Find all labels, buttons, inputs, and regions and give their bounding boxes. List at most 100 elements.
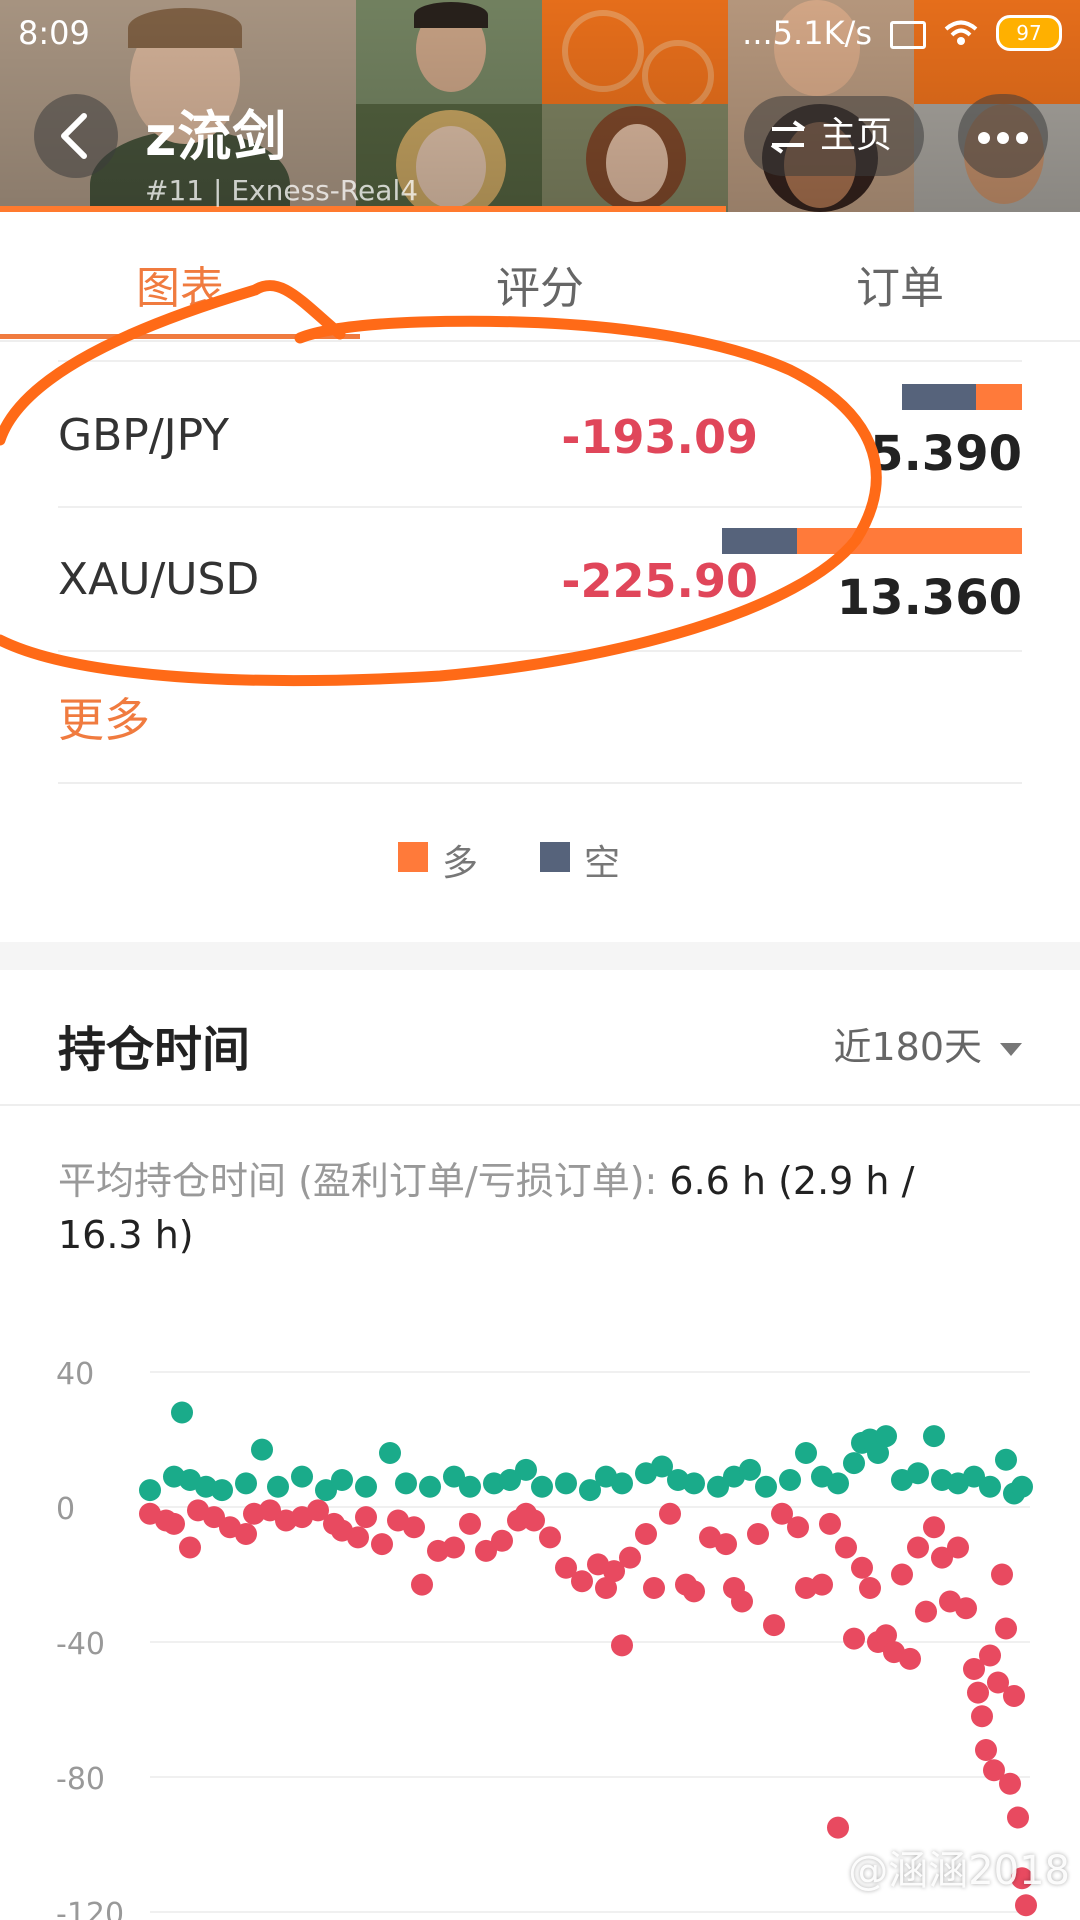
trader-header: 8:09 ...5.1K/s 97 z流剑 #11 | Exness-Real4 xyxy=(0,0,1080,212)
divider xyxy=(58,782,1022,784)
trader-name: z流剑 xyxy=(145,105,288,168)
scatter-point xyxy=(827,1472,849,1495)
scatter-point xyxy=(715,1533,737,1556)
short-share-bar xyxy=(902,384,977,410)
period-dropdown[interactable]: 近180天 xyxy=(833,1016,1022,1071)
legend-short-label: 空 xyxy=(584,843,621,884)
scatter-point xyxy=(915,1600,937,1623)
scatter-point xyxy=(995,1448,1017,1471)
tab-rating[interactable]: 评分 xyxy=(360,252,720,316)
scatter-point xyxy=(967,1681,989,1704)
scatter-point xyxy=(875,1425,897,1448)
meta-separator: | xyxy=(213,174,232,207)
network-speed: ...5.1K/s xyxy=(742,14,872,52)
scatter-point xyxy=(179,1536,201,1559)
scatter-point xyxy=(947,1536,969,1559)
more-symbols-link[interactable]: 更多 xyxy=(58,684,150,750)
tab-chart[interactable]: 图表 xyxy=(0,252,360,316)
long-short-ratio-bar xyxy=(902,384,1022,410)
y-tick-label: -40 xyxy=(56,1627,105,1662)
average-holding-time: 平均持仓时间 (盈利订单/亏损订单): 6.6 h (2.9 h / 16.3 … xyxy=(58,1154,978,1262)
scatter-point xyxy=(539,1526,561,1549)
scatter-point xyxy=(139,1479,161,1502)
sim-icon xyxy=(890,21,926,49)
scatter-point xyxy=(291,1465,313,1488)
scatter-point xyxy=(739,1458,761,1481)
symbol-lots: 5.390 xyxy=(870,426,1022,482)
scatter-point xyxy=(819,1512,841,1535)
scatter-point xyxy=(395,1472,417,1495)
scatter-point xyxy=(991,1563,1013,1586)
scatter-point xyxy=(1015,1894,1037,1917)
symbol-name: GBP/JPY xyxy=(58,410,230,461)
chevron-down-icon xyxy=(1000,1043,1022,1056)
status-bar: 8:09 ...5.1K/s 97 xyxy=(0,0,1080,72)
holding-time-title: 持仓时间 xyxy=(58,1022,251,1078)
y-tick-label: 40 xyxy=(56,1357,94,1392)
scatter-point xyxy=(419,1475,441,1498)
y-tick-label: 0 xyxy=(56,1492,75,1527)
scatter-point xyxy=(531,1475,553,1498)
holding-time-scatter-chart: 40 0 -40 -80 -120 xyxy=(56,1357,1037,1920)
scatter-point xyxy=(979,1475,1001,1498)
scatter-point xyxy=(555,1472,577,1495)
legend-long-swatch xyxy=(398,842,428,872)
scatter-point xyxy=(955,1597,977,1620)
scatter-point xyxy=(835,1536,857,1559)
scatter-point xyxy=(999,1772,1021,1795)
chart-legend: 多 空 xyxy=(0,834,1080,884)
status-time: 8:09 xyxy=(18,14,90,52)
scatter-point xyxy=(731,1590,753,1613)
symbol-row[interactable]: GBP/JPY -193.09 5.390 xyxy=(58,362,1022,508)
short-share-bar xyxy=(722,528,797,554)
scatter-point xyxy=(355,1475,377,1498)
scatter-point xyxy=(235,1472,257,1495)
tab-bar: 图表 评分 订单 xyxy=(0,212,1080,342)
more-options-button[interactable] xyxy=(958,94,1048,178)
scatter-point xyxy=(827,1816,849,1839)
symbol-row[interactable]: XAU/USD -225.90 13.360 xyxy=(58,506,1022,652)
scatter-point xyxy=(355,1506,377,1529)
battery-icon: 97 xyxy=(996,15,1062,51)
scatter-point xyxy=(267,1475,289,1498)
scatter-point xyxy=(163,1512,185,1535)
y-tick-label: -120 xyxy=(56,1897,124,1920)
trader-server: Exness-Real4 xyxy=(231,174,419,207)
home-button[interactable]: 主页 xyxy=(744,96,924,176)
scatter-point xyxy=(859,1577,881,1599)
scatter-point xyxy=(411,1573,433,1596)
scatter-point xyxy=(795,1442,817,1464)
status-icons: ...5.1K/s 97 xyxy=(742,14,1062,52)
scatter-point xyxy=(787,1516,809,1539)
scatter-point xyxy=(923,1425,945,1448)
symbol-profit: -225.90 xyxy=(561,554,758,608)
scatter-point xyxy=(923,1516,945,1539)
scatter-point xyxy=(779,1469,801,1491)
scatter-point xyxy=(523,1509,545,1532)
scatter-point xyxy=(635,1523,657,1545)
back-arrow-icon xyxy=(61,113,87,159)
scatter-point xyxy=(843,1452,865,1475)
scatter-point xyxy=(851,1556,873,1579)
more-dot-icon xyxy=(1016,132,1028,144)
scatter-point xyxy=(971,1705,993,1728)
scatter-point xyxy=(643,1577,665,1599)
scatter-point xyxy=(571,1570,593,1593)
scatter-point xyxy=(979,1644,1001,1667)
back-button[interactable] xyxy=(34,94,118,178)
home-button-label: 主页 xyxy=(820,115,893,156)
scatter-point xyxy=(459,1475,481,1498)
scatter-point xyxy=(459,1512,481,1535)
scatter-point xyxy=(975,1739,997,1761)
scatter-point xyxy=(515,1458,537,1481)
symbol-profit: -193.09 xyxy=(561,410,758,464)
scatter-point xyxy=(755,1475,777,1498)
scatter-point xyxy=(899,1647,921,1670)
scatter-point xyxy=(995,1617,1017,1640)
scatter-point xyxy=(331,1469,353,1491)
more-dot-icon xyxy=(978,132,990,144)
long-share-bar xyxy=(976,384,1022,410)
scatter-point xyxy=(683,1472,705,1495)
symbol-lots: 13.360 xyxy=(836,570,1022,626)
tab-orders[interactable]: 订单 xyxy=(720,252,1080,316)
